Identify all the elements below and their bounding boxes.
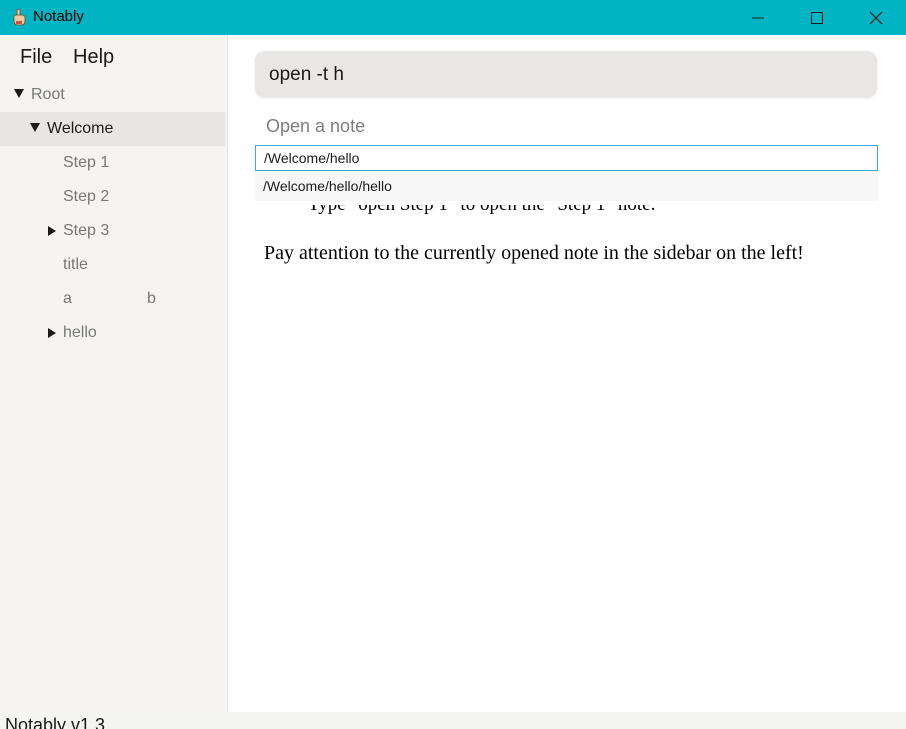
collapse-arrow-icon[interactable] <box>48 328 56 338</box>
command-input[interactable]: open -t h <box>255 51 877 97</box>
title-bar[interactable]: Notably <box>0 0 906 35</box>
collapse-arrow-icon[interactable] <box>48 226 56 236</box>
menu-file[interactable]: File <box>20 45 52 69</box>
minimize-button[interactable] <box>735 0 781 35</box>
status-bar: Notably v1.3 <box>0 712 906 729</box>
tree-item-label: title <box>63 256 88 273</box>
suggestion-item[interactable]: /Welcome/hello <box>255 145 878 171</box>
note-paragraph: Pay attention to the currently opened no… <box>264 242 804 264</box>
tree-item-label-b: b <box>147 290 156 307</box>
tree-item-step-3[interactable]: Step 3 <box>0 214 225 248</box>
tree-item-label: Step 1 <box>63 154 110 171</box>
menu-help[interactable]: Help <box>73 45 114 69</box>
menu-bar: File Help <box>0 35 227 79</box>
maximize-icon <box>811 11 823 24</box>
note-partial-text: Type "open Step 1" to open the "Step 1" … <box>308 205 655 215</box>
version-label: Notably v1.3 <box>5 715 106 729</box>
tree-item-root[interactable]: Root <box>0 78 225 112</box>
tree-item-welcome[interactable]: Welcome <box>0 112 225 146</box>
tree-item-label: Welcome <box>47 120 114 137</box>
tree-item-label: Root <box>31 86 65 103</box>
suggestion-list: /Welcome/hello /Welcome/hello/hello <box>255 145 878 201</box>
tree-item-step-2[interactable]: Step 2 <box>0 180 225 214</box>
expand-arrow-icon[interactable] <box>30 123 40 132</box>
close-icon <box>869 11 883 25</box>
tree-item-title[interactable]: title <box>0 248 225 282</box>
main-content: open -t h Open a note /Welcome/hello /We… <box>228 35 906 712</box>
command-input-value: open -t h <box>269 64 344 85</box>
close-button[interactable] <box>853 0 899 35</box>
command-hint: Open a note <box>266 116 366 136</box>
maximize-button[interactable] <box>794 0 840 35</box>
tree-item-label: a <box>63 290 72 307</box>
tree-item-label: hello <box>63 324 97 341</box>
tree-item-hello[interactable]: hello <box>0 316 225 350</box>
window-title: Notably <box>33 8 84 25</box>
expand-arrow-icon[interactable] <box>14 89 24 98</box>
app-window: Notably File Help Root Welcome Step 1 St… <box>0 0 906 729</box>
tree-item-label: Step 2 <box>63 188 110 205</box>
tree-item-a-b[interactable]: a b <box>0 282 225 316</box>
note-partial-line: Type "open Step 1" to open the "Step 1" … <box>308 205 748 218</box>
sidebar: File Help Root Welcome Step 1 Step 2 Ste… <box>0 35 228 712</box>
pointing-hand-icon <box>10 8 28 26</box>
suggestion-item[interactable]: /Welcome/hello/hello <box>255 174 878 200</box>
tree-item-label: Step 3 <box>63 222 110 239</box>
tree-item-step-1[interactable]: Step 1 <box>0 146 225 180</box>
minimize-icon <box>752 12 764 24</box>
